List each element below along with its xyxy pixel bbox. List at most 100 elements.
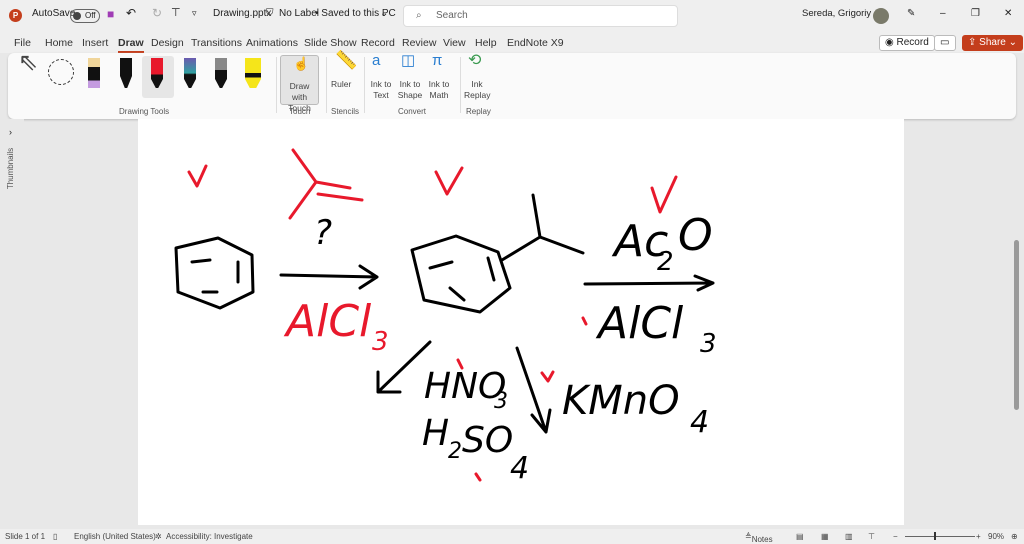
thumbnails-pane[interactable]: › Thumbnails	[0, 119, 24, 525]
menu-bar: File Home Insert Draw Design Transitions…	[0, 33, 1024, 53]
tab-insert[interactable]: Insert	[82, 37, 108, 49]
restore-icon[interactable]: ❐	[971, 8, 980, 19]
nitric-subscript: 3	[494, 389, 508, 414]
slide-counter: Slide 1 of 1	[5, 532, 46, 541]
shield-icon: ⛉	[266, 8, 274, 19]
ink-replay-icon[interactable]: ⟲	[468, 53, 481, 69]
permanganate-subscript: 4	[690, 405, 709, 440]
fit-slide-icon[interactable]: ⊕	[1011, 532, 1018, 541]
sulfuric-subscript-4: 4	[510, 451, 529, 486]
share-button[interactable]: ⇪ Share ⌄	[962, 35, 1024, 51]
ink-to-shape-icon[interactable]: ◫	[401, 53, 415, 68]
question-mark: ?	[314, 213, 332, 253]
language[interactable]: English (United States)	[74, 532, 156, 541]
record-label: Record	[896, 37, 929, 48]
tab-review[interactable]: Review	[402, 37, 436, 49]
chevron-down-icon[interactable]: ⌄	[380, 8, 388, 19]
avatar[interactable]	[873, 8, 889, 24]
comments-icon[interactable]: ▭	[934, 35, 956, 51]
close-icon[interactable]: ✕	[1004, 8, 1012, 19]
search-placeholder: Search	[436, 10, 468, 21]
lasso-select-icon[interactable]	[48, 59, 74, 85]
spellcheck-icon[interactable]: ▯	[53, 532, 57, 541]
tab-help[interactable]: Help	[475, 37, 497, 49]
accessibility-icon: ✲	[155, 532, 162, 541]
sulfuric-h: H	[422, 413, 449, 454]
group-touch: Touch	[289, 107, 311, 116]
title-bar: P AutoSave Off ■ ↶ ↻ ⊤ ▿ Drawing.pptx ⛉ …	[0, 0, 1024, 33]
slide-sorter-icon[interactable]: ▦	[821, 532, 829, 541]
filename: Drawing.pptx	[213, 8, 272, 19]
ink-to-shape-button[interactable]: Ink to Shape	[397, 79, 423, 101]
select-pointer-icon[interactable]: ⇖	[18, 51, 38, 75]
ink-to-text-icon[interactable]: a	[372, 53, 380, 68]
customize-toolbar-icon[interactable]: ▿	[192, 8, 197, 19]
tab-file[interactable]: File	[14, 37, 31, 49]
zoom-level[interactable]: 90%	[988, 532, 1004, 541]
present-icon[interactable]: ⊤	[171, 6, 181, 19]
tab-endnote[interactable]: EndNote X9	[507, 37, 564, 49]
ink-to-math-icon[interactable]: π	[432, 53, 442, 68]
tab-draw[interactable]: Draw	[118, 37, 144, 53]
redo-icon[interactable]: ↻	[152, 6, 162, 20]
cumene-structure	[410, 193, 585, 314]
tab-slide-show[interactable]: Slide Show	[304, 37, 357, 49]
black-pen-icon[interactable]	[120, 58, 132, 88]
catalyst-subscript: 3	[372, 327, 389, 357]
zoom-in-icon[interactable]: +	[976, 532, 981, 541]
eraser-pen-icon[interactable]	[88, 58, 100, 88]
slide-canvas[interactable]: ? AlCl 3 Ac 2 O AlCl 3 HNO 3 H 2 SO 4 KM…	[138, 119, 904, 525]
share-label: Share	[979, 37, 1006, 48]
highlighter-icon[interactable]	[245, 58, 261, 88]
reaction-arrow	[583, 274, 715, 292]
group-replay: Replay	[466, 107, 491, 116]
check-mark	[434, 166, 464, 196]
benzene-ring	[174, 236, 255, 310]
reading-view-icon[interactable]: ▥	[845, 532, 853, 541]
tab-design[interactable]: Design	[151, 37, 184, 49]
notes-button[interactable]: ≜ Notes	[745, 532, 773, 544]
catalyst2-subscript: 3	[700, 329, 717, 359]
check-mark	[650, 175, 678, 214]
user-name[interactable]: Sereda, Grigoriy A	[802, 8, 880, 19]
sulfuric-so: SO	[462, 420, 513, 461]
draw-with-touch-button[interactable]: ☝ Draw with Touch	[280, 55, 319, 113]
zoom-slider[interactable]	[905, 536, 975, 537]
vertical-scrollbar[interactable]	[1014, 240, 1019, 410]
search-input[interactable]: ⌕ Search	[403, 5, 678, 27]
zoom-slider-thumb[interactable]	[934, 532, 936, 540]
pencil-icon[interactable]	[215, 58, 227, 88]
accessibility-status[interactable]: Accessibility: Investigate	[166, 532, 253, 541]
autosave-toggle[interactable]: Off	[70, 9, 100, 23]
zoom-out-icon[interactable]: −	[893, 532, 898, 541]
tab-transitions[interactable]: Transitions	[191, 37, 242, 49]
undo-icon[interactable]: ↶	[126, 6, 136, 20]
minimize-icon[interactable]: –	[940, 8, 946, 19]
permanganate: KMnO	[562, 378, 680, 424]
group-stencils: Stencils	[331, 107, 360, 116]
ink-replay-button[interactable]: Ink Replay	[464, 79, 490, 101]
check-mark	[187, 164, 208, 188]
catalyst2-alcl: AlCl	[595, 298, 684, 349]
expand-chevron-icon[interactable]: ›	[9, 127, 12, 137]
tab-record[interactable]: Record	[361, 37, 395, 49]
tab-animations[interactable]: Animations	[246, 37, 298, 49]
tab-home[interactable]: Home	[45, 37, 73, 49]
record-button[interactable]: ◉ Record	[879, 35, 935, 51]
reaction-arrow	[279, 264, 379, 290]
normal-view-icon[interactable]: ▤	[796, 532, 804, 541]
reaction-arrow	[515, 346, 552, 434]
galaxy-pen-icon[interactable]	[184, 58, 196, 88]
ruler-label[interactable]: Ruler	[331, 79, 351, 90]
handwritten-labels: ? AlCl 3 Ac 2 O AlCl 3 HNO 3 H 2 SO 4 KM…	[283, 210, 717, 486]
slideshow-icon[interactable]: ⊤	[868, 532, 875, 541]
thumbnails-label: Thumbnails	[6, 147, 16, 190]
ink-to-text-button[interactable]: Ink to Text	[368, 79, 394, 101]
sensitivity-label[interactable]: No Label	[279, 8, 319, 19]
ruler-icon[interactable]: 📏	[335, 51, 357, 69]
ink-to-math-button[interactable]: Ink to Math	[424, 79, 454, 101]
tab-view[interactable]: View	[443, 37, 466, 49]
pen-icon[interactable]: ✎	[907, 8, 915, 19]
powerpoint-icon: P	[9, 9, 22, 22]
save-icon[interactable]: ■	[107, 7, 114, 21]
